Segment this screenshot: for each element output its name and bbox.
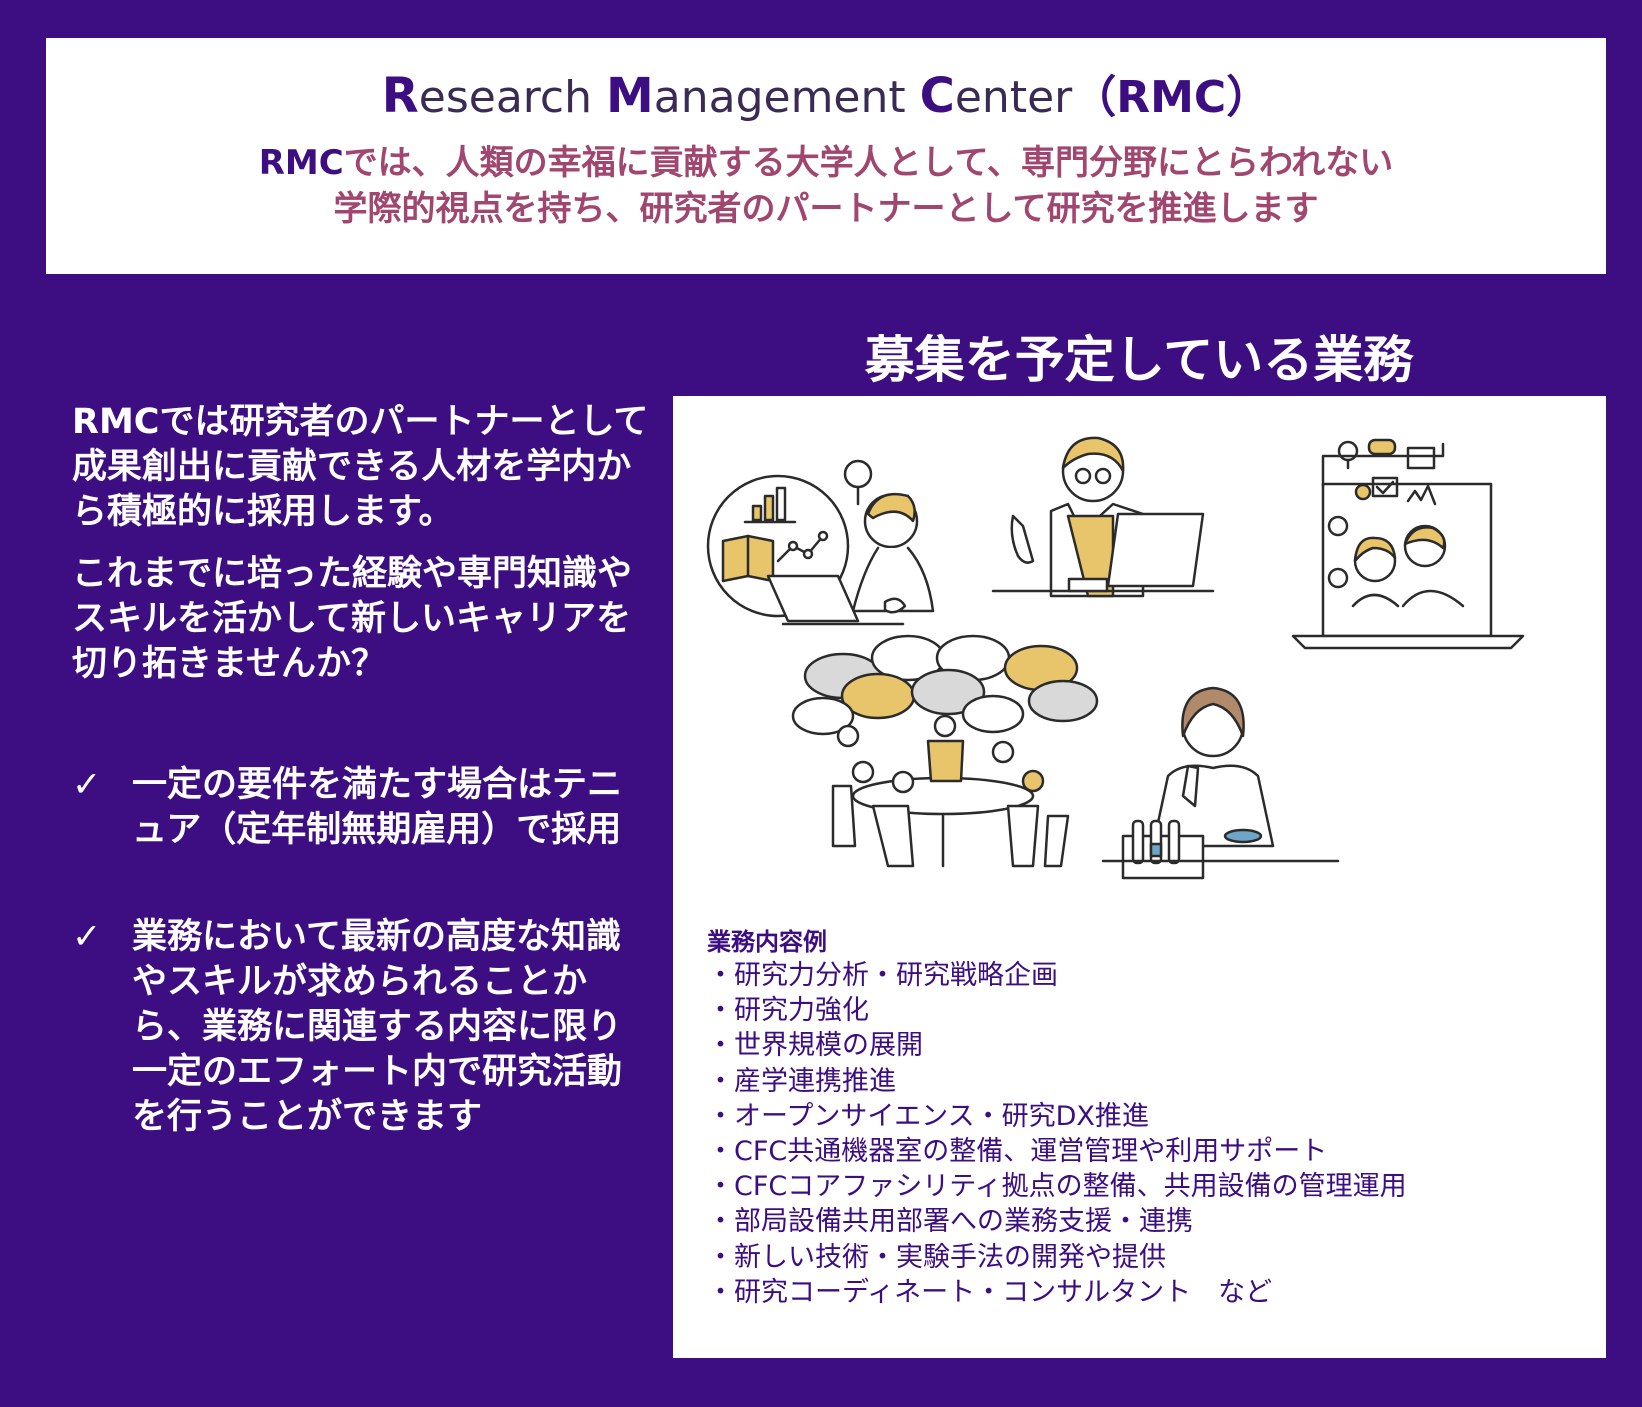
- career-paragraph: これまでに培った経験や専門知識やスキルを活かして新しいキャリアを切り拓きませんか…: [72, 554, 633, 684]
- mission-line-2: 学際的視点を持ち、研究者のパートナーとして研究を推進します: [333, 189, 1319, 229]
- mission-line-1: RMCでは、人類の幸福に貢献する大学人として、専門分野にとらわれない: [46, 140, 1606, 186]
- checkmark-icon: ✓: [72, 917, 102, 957]
- list-item: ・オープンサイエンス・研究DX推進: [707, 1100, 1149, 1132]
- mission-line-1-text: では、人類の幸福に貢献する大学人として、専門分野にとらわれない: [343, 143, 1394, 183]
- list-item: ・産学連携推進: [707, 1065, 896, 1097]
- mission-rmc: RMC: [258, 143, 344, 183]
- list-item: ・研究コーディネート・コンサルタント など: [707, 1276, 1273, 1308]
- intro-paragraph: RMCでは研究者のパートナーとして成果創出に貢献できる人材を学内から積極的に採用…: [72, 402, 649, 532]
- online-meeting-illustration: [1291, 438, 1525, 650]
- benefit-text: 業務において最新の高度な知識やスキルが求められることから、業務に関連する内容に限…: [132, 917, 623, 1137]
- title-initial-m: M: [605, 68, 654, 124]
- mission-statement: RMCでは、人類の幸福に貢献する大学人として、専門分野にとらわれない 学際的視点…: [46, 140, 1606, 232]
- list-item: ・CFCコアファシリティ拠点の整備、共用設備の管理運用: [707, 1171, 1407, 1203]
- illustrations: [706, 436, 1525, 880]
- title-word-center: enter: [954, 72, 1073, 123]
- title-word-management: anagement: [653, 72, 920, 123]
- group-discussion-illustration: [791, 634, 1099, 868]
- examples-heading: 業務内容例: [707, 928, 827, 956]
- list-item: ・世界規模の展開: [707, 1030, 923, 1062]
- lab-researcher-illustration: [1101, 686, 1340, 880]
- title-initial-c: C: [919, 68, 955, 124]
- title-word-research: esearch: [418, 72, 606, 123]
- page-title: Research Management Center（RMC）: [46, 63, 1606, 130]
- list-item: ・新しい技術・実験手法の開発や提供: [707, 1241, 1166, 1273]
- header-box: Research Management Center（RMC） RMCでは、人類…: [46, 38, 1606, 274]
- roles-panel: 業務内容例 ・研究力分析・研究戦略企画 ・研究力強化 ・世界規模の展開 ・産学連…: [673, 396, 1606, 1358]
- title-abbrev: （RMC）: [1072, 72, 1271, 123]
- data-analysis-illustration: [706, 459, 935, 626]
- list-item: ・研究力分析・研究戦略企画: [707, 960, 1058, 991]
- list-item: ・部局設備共用部署への業務支援・連携: [707, 1206, 1193, 1238]
- benefit-text: 一定の要件を満たす場合はテニュア（定年制無期雇用）で採用: [132, 765, 623, 850]
- page-frame: Research Management Center（RMC） RMCでは、人類…: [0, 0, 1642, 1407]
- planned-roles-title: 募集を予定している業務: [864, 331, 1414, 389]
- presenter-laptop-illustration: [991, 436, 1215, 598]
- examples-list: ・研究力分析・研究戦略企画 ・研究力強化 ・世界規模の展開 ・産学連携推進 ・オ…: [707, 958, 1407, 1310]
- checkmark-icon: ✓: [72, 765, 102, 805]
- title-initial-r: R: [381, 68, 419, 124]
- list-item: ・CFC共通機器室の整備、運営管理や利用サポート: [707, 1136, 1328, 1168]
- list-item: ・研究力強化: [707, 995, 869, 1027]
